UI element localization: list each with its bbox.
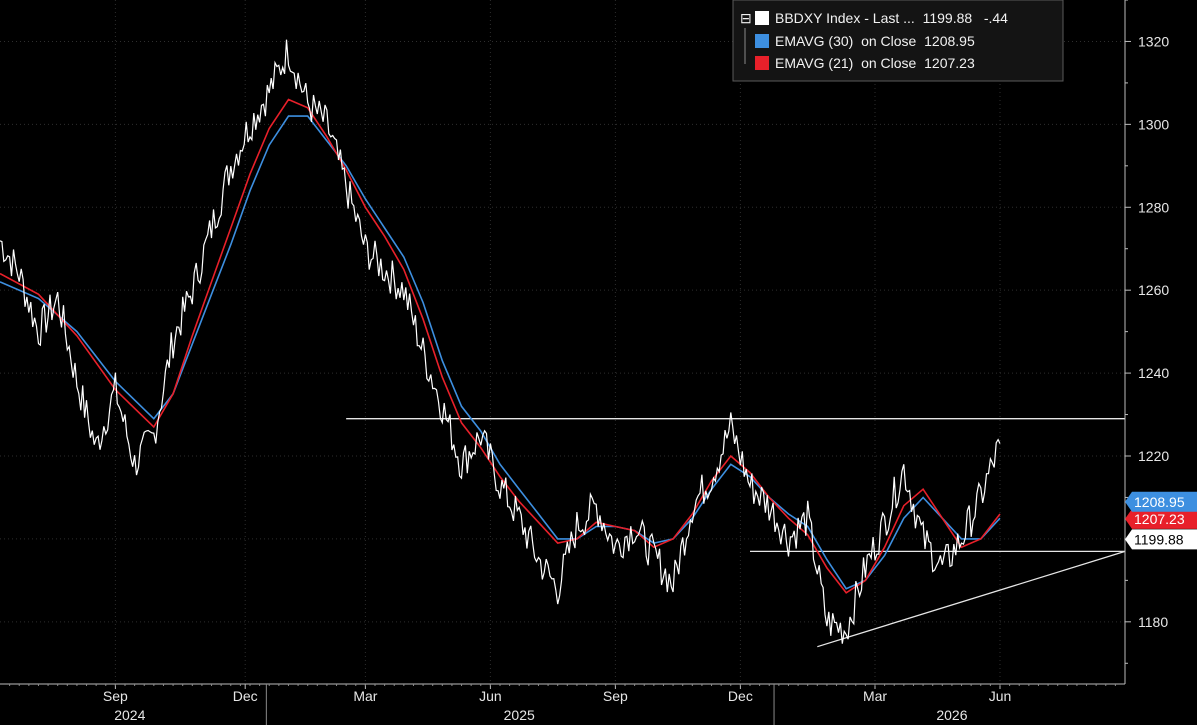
y-tick-label-1280: 1280 (1138, 199, 1169, 215)
last-value-label-ema30: 1208.95 (1134, 494, 1185, 510)
last-value-label-price: 1199.88 (1134, 531, 1184, 547)
last-value-label-ema21: 1207.23 (1134, 511, 1185, 527)
legend-swatch-price (755, 11, 769, 25)
x-month-label-2: Mar (353, 688, 377, 704)
x-month-label-1: Dec (233, 688, 258, 704)
y-tick-label-1180: 1180 (1138, 614, 1168, 630)
y-tick-label-1300: 1300 (1138, 116, 1169, 132)
legend-collapse-icon[interactable]: ⊟ (740, 10, 752, 26)
y-tick-label-1240: 1240 (1138, 365, 1169, 381)
x-month-label-5: Dec (728, 688, 753, 704)
legend-label-price: BBDXY Index - Last ... 1199.88 -.44 (775, 10, 1008, 26)
legend-label-ema30: EMAVG (30) on Close 1208.95 (775, 33, 975, 49)
x-month-label-4: Sep (603, 688, 628, 704)
x-year-label-1: 2025 (504, 707, 535, 723)
x-year-label-0: 2024 (114, 707, 145, 723)
legend-label-ema21: EMAVG (21) on Close 1207.23 (775, 55, 975, 71)
x-year-label-2: 2026 (936, 707, 967, 723)
x-month-label-7: Jun (989, 688, 1012, 704)
x-month-label-0: Sep (103, 688, 128, 704)
x-month-label-3: Jun (479, 688, 502, 704)
y-tick-label-1220: 1220 (1138, 448, 1169, 464)
x-month-label-6: Mar (863, 688, 887, 704)
y-tick-label-1260: 1260 (1138, 282, 1169, 298)
y-tick-label-1320: 1320 (1138, 33, 1169, 49)
last-value-tags: 1207.231208.95 1199.88 (1125, 491, 1197, 550)
price-chart: 11801200122012401260128013001320 SepDecM… (0, 0, 1197, 725)
legend[interactable]: ⊟ BBDXY Index - Last ... 1199.88 -.44 EM… (732, 0, 1064, 82)
legend-swatch-ema21 (755, 56, 769, 70)
legend-swatch-ema30 (755, 34, 769, 48)
